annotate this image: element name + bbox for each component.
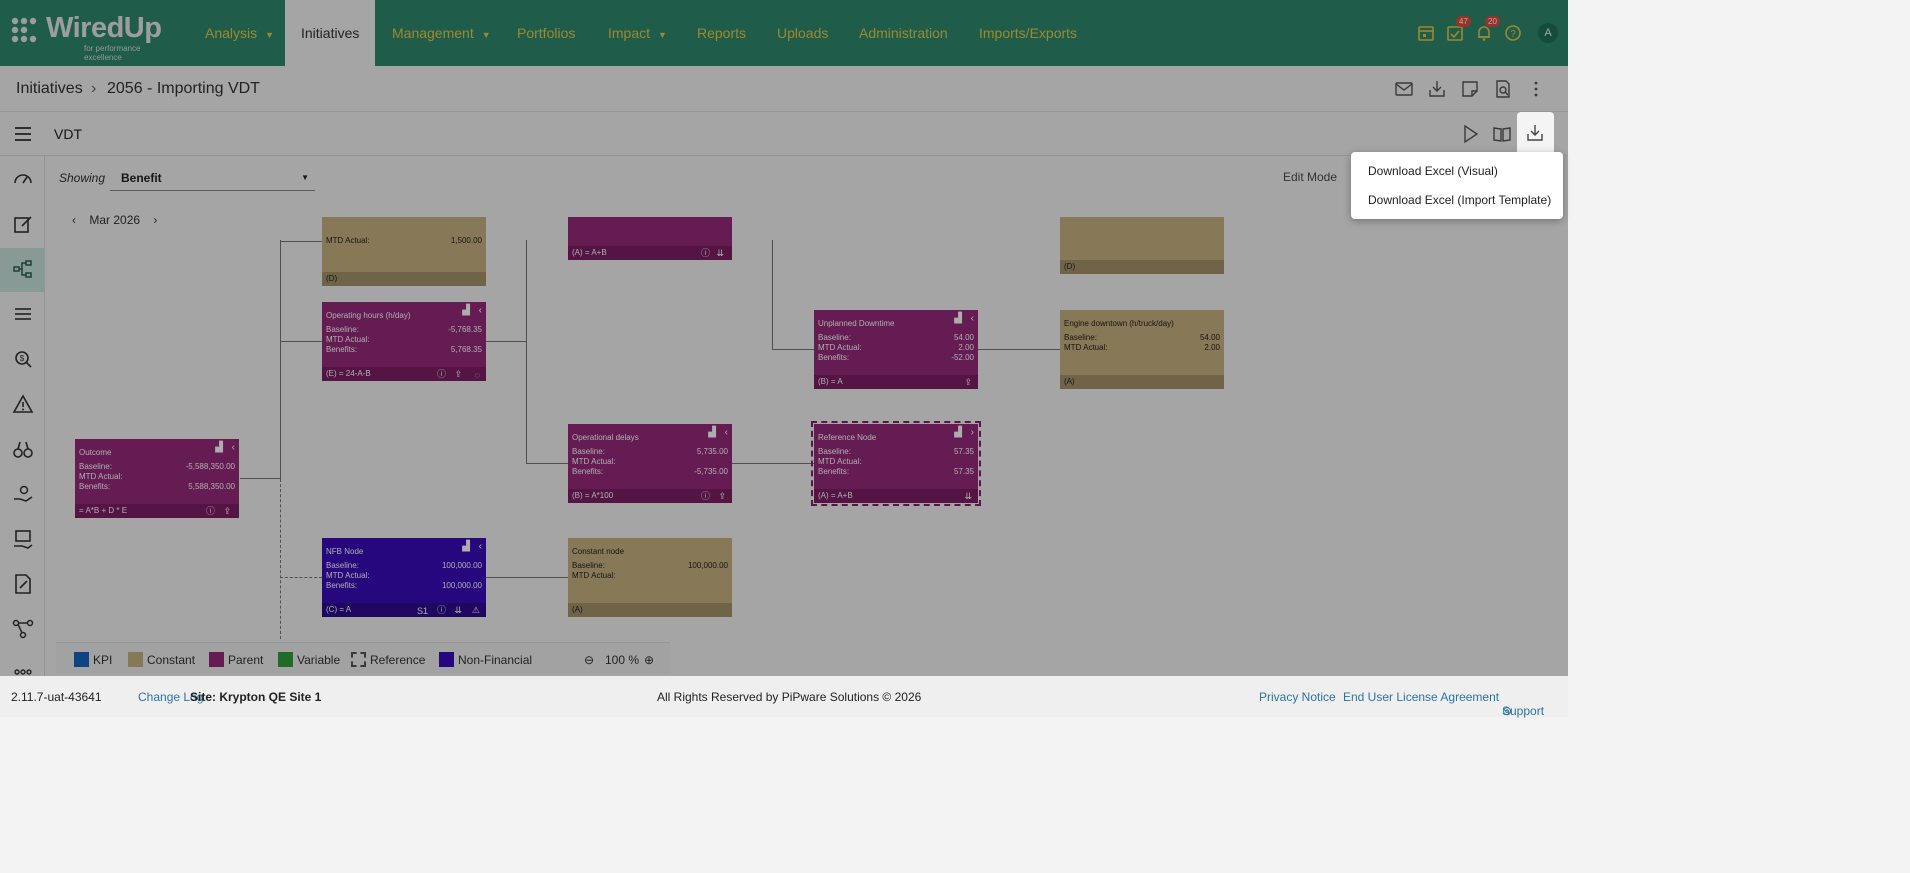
dim-overlay[interactable]: [0, 0, 1568, 676]
download-excel-button[interactable]: [1517, 112, 1554, 156]
site-name: Site: Krypton QE Site 1: [190, 690, 322, 704]
app-version: 2.11.7-uat-43641: [11, 690, 102, 704]
edit-mode-label: Edit Mode: [1283, 170, 1338, 184]
menu-download-excel-visual[interactable]: Download Excel (Visual): [1368, 164, 1498, 178]
download-menu: Download Excel (Visual) Download Excel (…: [1351, 152, 1563, 219]
footer: 2.11.7-uat-43641 Change Log Site: Krypto…: [0, 676, 1568, 718]
menu-download-excel-import-template[interactable]: Download Excel (Import Template): [1368, 193, 1551, 207]
download-icon: [1527, 125, 1543, 141]
eula-link[interactable]: End User License Agreement: [1343, 690, 1499, 704]
copyright: All Rights Reserved by PiPware Solutions…: [657, 690, 922, 704]
privacy-notice-link[interactable]: Privacy Notice: [1259, 690, 1336, 704]
